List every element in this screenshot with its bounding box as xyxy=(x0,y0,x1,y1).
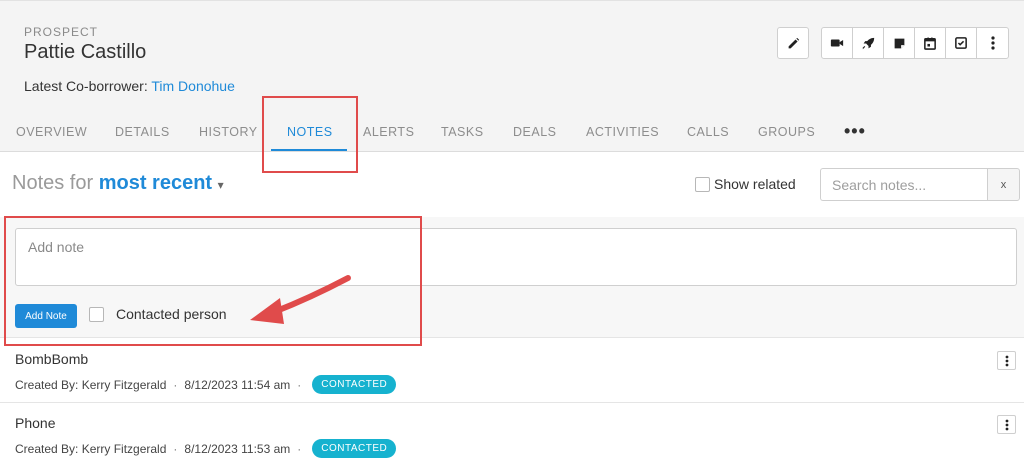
tab-overview[interactable]: OVERVIEW xyxy=(16,125,87,139)
tab-tasks[interactable]: TASKS xyxy=(441,125,484,139)
note-author: Created By: Kerry Fitzgerald xyxy=(15,377,167,392)
annotation-arrow-icon xyxy=(250,275,351,324)
record-name: Pattie Castillo xyxy=(24,41,147,63)
tab-history[interactable]: HISTORY xyxy=(199,125,258,139)
note-menu-button[interactable] xyxy=(997,351,1016,370)
more-vertical-icon xyxy=(990,36,995,50)
separator-dot: · xyxy=(173,441,178,456)
coborrower-link[interactable]: Tim Donohue xyxy=(151,78,235,94)
calendar-icon xyxy=(924,37,936,50)
pencil-icon xyxy=(788,37,799,48)
search-notes-input[interactable] xyxy=(820,168,988,201)
contacted-person-label: Contacted person xyxy=(116,306,227,322)
note-title: Phone xyxy=(15,415,56,431)
video-icon xyxy=(830,39,844,47)
show-related-checkbox[interactable] xyxy=(695,176,710,192)
note-meta: Created By: Kerry Fitzgerald · 8/12/2023… xyxy=(15,439,397,458)
tab-groups[interactable]: GROUPS xyxy=(758,125,815,139)
record-tabs: OVERVIEW DETAILS HISTORY NOTES ALERTS TA… xyxy=(0,113,1024,153)
notes-title-prefix: Notes for xyxy=(12,172,94,194)
status-badge: CONTACTED xyxy=(312,375,397,394)
tab-activities[interactable]: ACTIVITIES xyxy=(586,125,659,139)
add-note-textarea[interactable] xyxy=(15,228,1017,286)
more-vertical-icon xyxy=(1005,419,1008,430)
note-button[interactable] xyxy=(884,28,915,58)
show-related-toggle[interactable]: Show related xyxy=(695,176,796,192)
active-tab-underline xyxy=(271,149,347,151)
chevron-down-icon[interactable]: ▾ xyxy=(218,178,224,192)
note-list-item: BombBomb Created By: Kerry Fitzgerald · … xyxy=(0,339,1024,403)
rocket-button[interactable] xyxy=(853,28,884,58)
add-note-button[interactable]: Add Note xyxy=(15,304,77,328)
tab-notes[interactable]: NOTES xyxy=(287,125,333,139)
note-list-item: Phone Created By: Kerry Fitzgerald · 8/1… xyxy=(0,403,1024,463)
contacted-person-toggle[interactable]: Contacted person xyxy=(89,306,227,322)
notes-title: Notes for most recent ▾ xyxy=(12,172,224,195)
more-vertical-icon xyxy=(1005,355,1008,366)
coborrower-line: Latest Co-borrower: Tim Donohue xyxy=(24,78,235,94)
tab-deals[interactable]: DEALS xyxy=(513,125,557,139)
calendar-button[interactable] xyxy=(915,28,946,58)
note-timestamp: 8/12/2023 11:54 am xyxy=(184,377,291,392)
task-button[interactable] xyxy=(946,28,977,58)
record-header: PROSPECT Pattie Castillo Latest Co-borro… xyxy=(0,0,1024,152)
action-button-group xyxy=(821,27,1009,59)
separator-dot: · xyxy=(297,441,302,456)
record-type-label: PROSPECT xyxy=(24,25,99,39)
note-title: BombBomb xyxy=(15,351,89,367)
clear-search-button[interactable]: x xyxy=(987,168,1020,201)
contacted-person-checkbox[interactable] xyxy=(89,306,104,322)
more-actions-button[interactable] xyxy=(977,28,1008,58)
note-icon xyxy=(894,38,904,48)
coborrower-label: Latest Co-borrower: xyxy=(24,78,148,94)
status-badge: CONTACTED xyxy=(312,439,397,458)
check-square-icon xyxy=(955,37,967,49)
notes-filter-dropdown[interactable]: most recent xyxy=(99,172,212,194)
tab-calls[interactable]: CALLS xyxy=(687,125,729,139)
edit-button[interactable] xyxy=(777,27,809,59)
separator-dot: · xyxy=(297,377,302,392)
tab-alerts[interactable]: ALERTS xyxy=(363,125,414,139)
note-meta: Created By: Kerry Fitzgerald · 8/12/2023… xyxy=(15,375,397,394)
tabs-more-button[interactable]: ••• xyxy=(844,121,866,142)
video-button[interactable] xyxy=(822,28,853,58)
show-related-label: Show related xyxy=(714,176,796,192)
rocket-icon xyxy=(862,37,874,49)
note-author: Created By: Kerry Fitzgerald xyxy=(15,441,167,456)
separator-dot: · xyxy=(173,377,178,392)
note-timestamp: 8/12/2023 11:53 am xyxy=(184,441,291,456)
tab-details[interactable]: DETAILS xyxy=(115,125,170,139)
note-menu-button[interactable] xyxy=(997,415,1016,434)
